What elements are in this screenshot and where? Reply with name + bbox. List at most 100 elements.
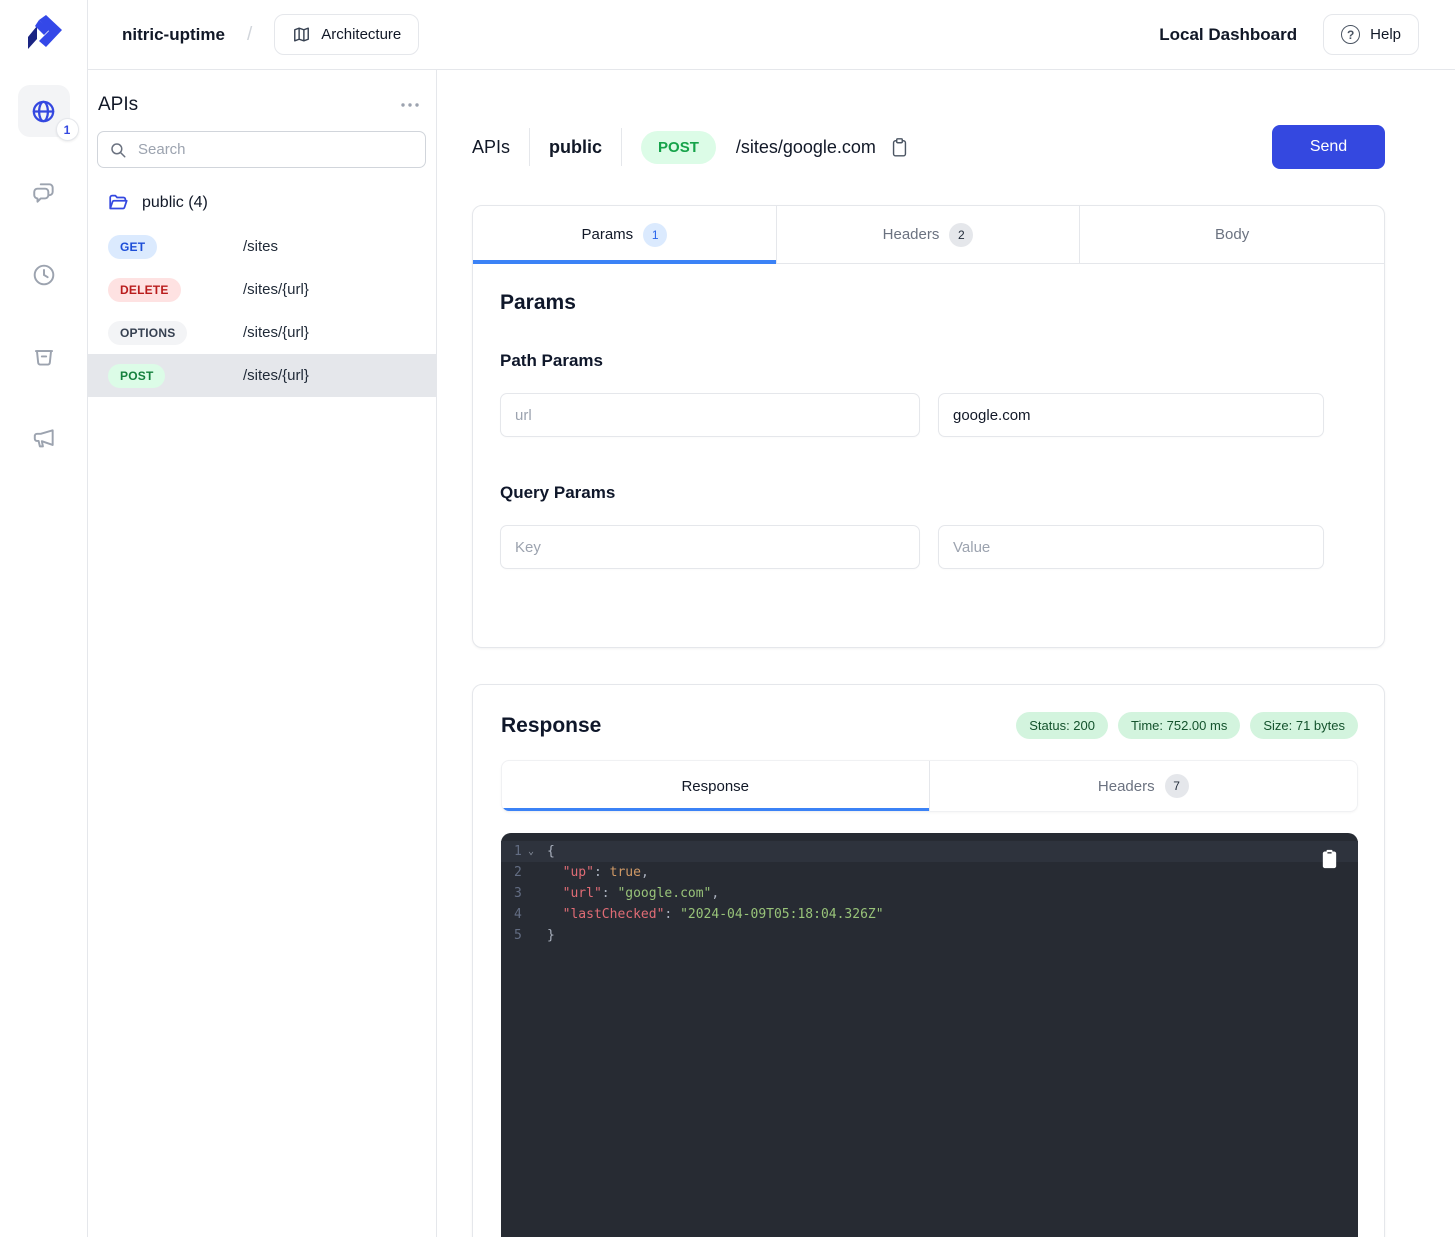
tab-label: Params [581,226,633,243]
path-params-title: Path Params [500,351,1356,371]
api-panel: APIs [88,70,437,1237]
copy-path-button[interactable] [890,137,909,158]
request-tabs: Params1Headers2 Body [473,206,1384,264]
route-item[interactable]: GET/sites [88,225,436,268]
line-gutter: 4 [501,904,547,925]
tab-count-badge: 2 [949,223,973,247]
code-line[interactable]: 2 "up": true, [501,862,1358,883]
line-gutter: 5 [501,925,547,946]
panel-head: APIs [98,94,424,116]
breadcrumb-divider [621,128,622,166]
code-line[interactable]: 5} [501,925,1358,946]
response-tabs: ResponseHeaders7 [501,760,1358,812]
route-path: /sites/{url} [243,367,309,384]
apis-count-badge: 1 [56,118,79,141]
method-pill: POST [641,131,716,164]
route-path: /sites/{url} [243,281,309,298]
question-icon: ? [1341,25,1360,44]
rail-item-storage[interactable] [18,331,70,383]
method-badge: DELETE [108,278,181,302]
path-param-value-input[interactable] [938,393,1324,437]
folder-label: public (4) [142,194,208,212]
tab-label: Body [1215,226,1249,243]
api-folder[interactable]: public (4) [88,189,436,217]
line-number: 1 [514,841,522,862]
code-text: "up": true, [547,862,649,883]
path-param-key-input[interactable] [500,393,920,437]
line-number: 2 [514,862,522,883]
rail-item-schedules[interactable] [18,249,70,301]
response-head: Response Status: 200Time: 752.00 msSize:… [501,712,1358,739]
breadcrumb-api[interactable]: public [549,137,602,158]
code-lines: 1⌄{2 "up": true,3 "url": "google.com",4 … [501,841,1358,946]
ellipsis-icon [400,102,420,108]
chat-icon [31,180,57,206]
right-side: nitric-uptime / Architecture Local Dashb… [88,0,1455,1237]
tab-params[interactable]: Params1 [473,206,777,263]
method-badge: OPTIONS [108,321,187,345]
help-button[interactable]: ? Help [1323,14,1419,55]
code-text: "url": "google.com", [547,883,719,904]
route-path: /sites [243,238,278,255]
code-line[interactable]: 4 "lastChecked": "2024-04-09T05:18:04.32… [501,904,1358,925]
method-col: OPTIONS [108,321,243,345]
topbar-right: Local Dashboard ? Help [1159,14,1419,55]
response-card: Response Status: 200 Time: 752.00 ms Size:… [472,684,1385,1237]
nitric-logo[interactable] [22,13,66,57]
route-item[interactable]: DELETE/sites/{url} [88,268,436,311]
local-dashboard-label: Local Dashboard [1159,25,1297,45]
params-title: Params [500,291,1356,315]
rail-item-topics[interactable] [18,413,70,465]
code-line[interactable]: 3 "url": "google.com", [501,883,1358,904]
breadcrumb-root[interactable]: APIs [472,137,510,158]
status-badge: Size: 71 bytes [1250,712,1358,739]
route-item[interactable]: POST/sites/{url} [88,354,436,397]
breadcrumb-separator: / [247,24,252,46]
main-content: APIs public POST /sites/google.com Send [437,70,1455,1237]
panel-title: APIs [98,94,138,116]
folder-open-icon [107,192,129,214]
tab-headers[interactable]: Headers2 [777,206,1081,263]
route-item[interactable]: OPTIONS/sites/{url} [88,311,436,354]
line-gutter: 1⌄ [501,841,547,862]
clock-icon [31,262,57,288]
send-button[interactable]: Send [1272,125,1385,169]
request-card: Params1Headers2 Body Params Path Params Q… [472,205,1385,648]
globe-icon [30,98,57,125]
architecture-button[interactable]: Architecture [274,14,419,55]
fold-icon: ⌄ [528,847,534,857]
tab-headers[interactable]: Headers7 [930,761,1358,811]
search-icon [109,141,127,159]
tab-body[interactable]: Body [1080,206,1384,263]
params-body: Params Path Params Query Params [473,264,1384,647]
code-text: } [547,925,555,946]
breadcrumb: APIs public POST /sites/google.com Send [472,125,1385,169]
status-badge: Status: 200 [1016,712,1108,739]
help-label: Help [1370,26,1401,43]
app-root: 1 [0,0,1455,1237]
query-key-input[interactable] [500,525,920,569]
breadcrumb-divider [529,128,530,166]
topbar: nitric-uptime / Architecture Local Dashb… [88,0,1455,70]
search-input[interactable] [97,131,426,168]
rail-item-apis[interactable]: 1 [18,85,70,137]
line-number: 4 [514,904,522,925]
code-line[interactable]: 1⌄{ [501,841,1358,862]
line-number: 5 [514,925,522,946]
line-gutter: 2 [501,862,547,883]
method-col: GET [108,235,243,259]
copy-response-button[interactable] [1321,849,1338,872]
tab-response[interactable]: Response [502,761,930,811]
route-list: GET/sitesDELETE/sites/{url}OPTIONS/sites… [88,225,436,397]
status-badge: Time: 752.00 ms [1118,712,1240,739]
rail-item-websockets[interactable] [18,167,70,219]
panel-menu-button[interactable] [396,98,424,112]
icon-rail: 1 [0,0,88,1237]
app-title: nitric-uptime [122,25,225,45]
route-path: /sites/{url} [243,324,309,341]
storage-icon [31,344,57,370]
nitric-logo-icon [22,13,66,57]
clipboard-icon [890,137,909,158]
search-wrap [97,131,426,168]
query-value-input[interactable] [938,525,1324,569]
